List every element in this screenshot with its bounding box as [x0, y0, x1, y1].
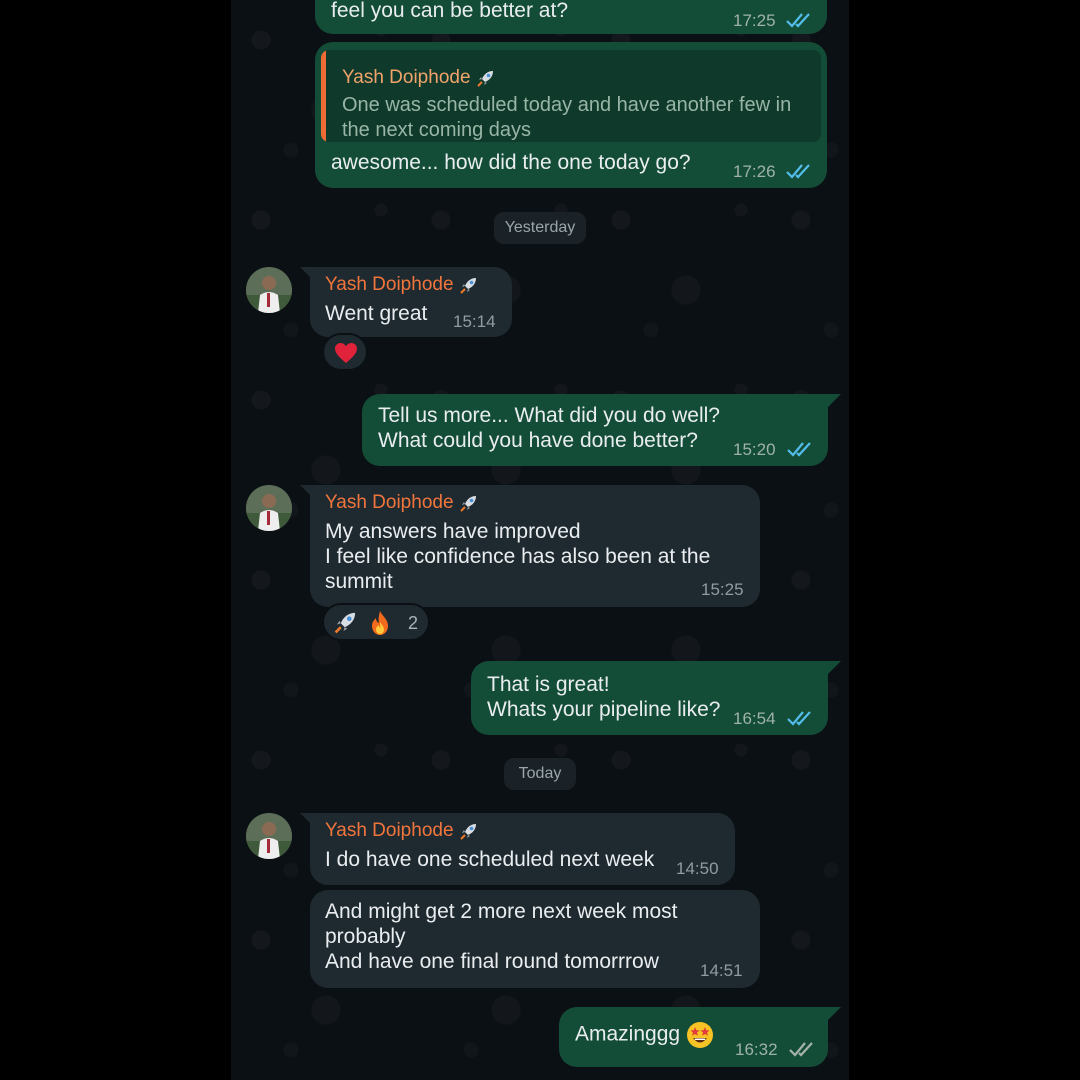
chat-background: feel you can be better at? 17:25 Yash Do…	[231, 0, 849, 1080]
message-text-line: I feel like confidence has also been at …	[325, 545, 711, 568]
message-time: 17:25	[733, 11, 776, 30]
avatar-photo	[246, 267, 292, 313]
message-time: 14:51	[700, 961, 743, 980]
contact-avatar[interactable]	[246, 813, 292, 859]
star-struck-icon	[686, 1022, 713, 1048]
message-text-line: Tell us more... What did you do well?	[378, 404, 720, 427]
contact-avatar[interactable]	[246, 485, 292, 531]
avatar-photo	[246, 813, 292, 859]
incoming-message[interactable]: Yash Doiphode Went great 15:14	[310, 267, 512, 337]
message-text: Amazinggg	[575, 1021, 714, 1049]
message-text-line: And might get 2 more next week most	[325, 900, 678, 923]
contact-avatar[interactable]	[246, 267, 292, 313]
message-time: 16:32	[735, 1040, 778, 1059]
quote-accent-bar	[321, 50, 326, 142]
red-heart-icon	[335, 343, 357, 363]
bubble-tail	[827, 394, 841, 408]
outgoing-message[interactable]: Amazinggg 16:32	[559, 1007, 828, 1067]
read-ticks-icon	[786, 13, 810, 28]
sender-name: Yash Doiphode	[325, 492, 479, 514]
message-time: 17:26	[733, 162, 776, 181]
avatar-photo	[246, 485, 292, 531]
reaction-chip[interactable]	[322, 333, 368, 371]
incoming-message[interactable]: Yash Doiphode I do have one scheduled ne…	[310, 813, 735, 885]
bubble-tail	[827, 1007, 841, 1021]
read-ticks-icon	[787, 711, 811, 726]
incoming-message[interactable]: Yash Doiphode My answers have improved I…	[310, 485, 760, 607]
rocket-icon	[460, 277, 476, 294]
rocket-icon	[477, 70, 493, 87]
rocket-icon	[334, 612, 356, 634]
message-time: 14:50	[676, 859, 719, 878]
reaction-count: 2	[408, 613, 419, 633]
outgoing-message[interactable]: Tell us more... What did you do well? Wh…	[362, 394, 828, 466]
date-separator: Today	[504, 758, 576, 790]
message-text: Went great	[325, 302, 428, 325]
message-time: 15:20	[733, 440, 776, 459]
message-text-line: summit	[325, 570, 393, 593]
reaction-chip[interactable]: 2	[322, 603, 430, 641]
incoming-message[interactable]: And might get 2 more next week most prob…	[310, 890, 760, 988]
message-time: 15:25	[701, 580, 744, 599]
outgoing-message[interactable]: That is great! Whats your pipeline like?…	[471, 661, 828, 735]
date-separator: Yesterday	[494, 212, 586, 244]
message-time: 15:14	[453, 312, 496, 331]
sender-name: Yash Doiphode	[325, 820, 479, 842]
sender-name: Yash Doiphode	[325, 274, 479, 296]
fire-icon	[372, 611, 388, 635]
quote-text: One was scheduled today and have another…	[342, 94, 792, 141]
message-time: 16:54	[733, 709, 776, 728]
message-text-line: That is great!	[487, 673, 610, 696]
message-text-line: What could you have done better?	[378, 429, 698, 452]
rocket-icon	[460, 823, 476, 840]
read-ticks-icon	[787, 442, 811, 457]
message-text: awesome... how did the one today go?	[331, 151, 691, 174]
message-text-line: My answers have improved	[325, 520, 581, 543]
message-text-line: probably	[325, 925, 406, 948]
message-text: feel you can be better at?	[331, 0, 568, 22]
quoted-message[interactable]: Yash Doiphode One was scheduled today an…	[321, 50, 821, 142]
bubble-tail	[827, 661, 841, 675]
message-text: I do have one scheduled next week	[325, 848, 655, 871]
rocket-icon	[460, 495, 476, 512]
quote-sender: Yash Doiphode	[342, 67, 496, 89]
message-text-line: And have one final round tomorrrow	[325, 950, 659, 973]
read-ticks-icon	[786, 164, 810, 179]
message-text-line: Whats your pipeline like?	[487, 698, 721, 721]
outgoing-reply-message[interactable]: Yash Doiphode One was scheduled today an…	[315, 42, 827, 188]
outgoing-message[interactable]: feel you can be better at? 17:25	[315, 0, 827, 34]
delivered-ticks-icon	[789, 1042, 813, 1057]
